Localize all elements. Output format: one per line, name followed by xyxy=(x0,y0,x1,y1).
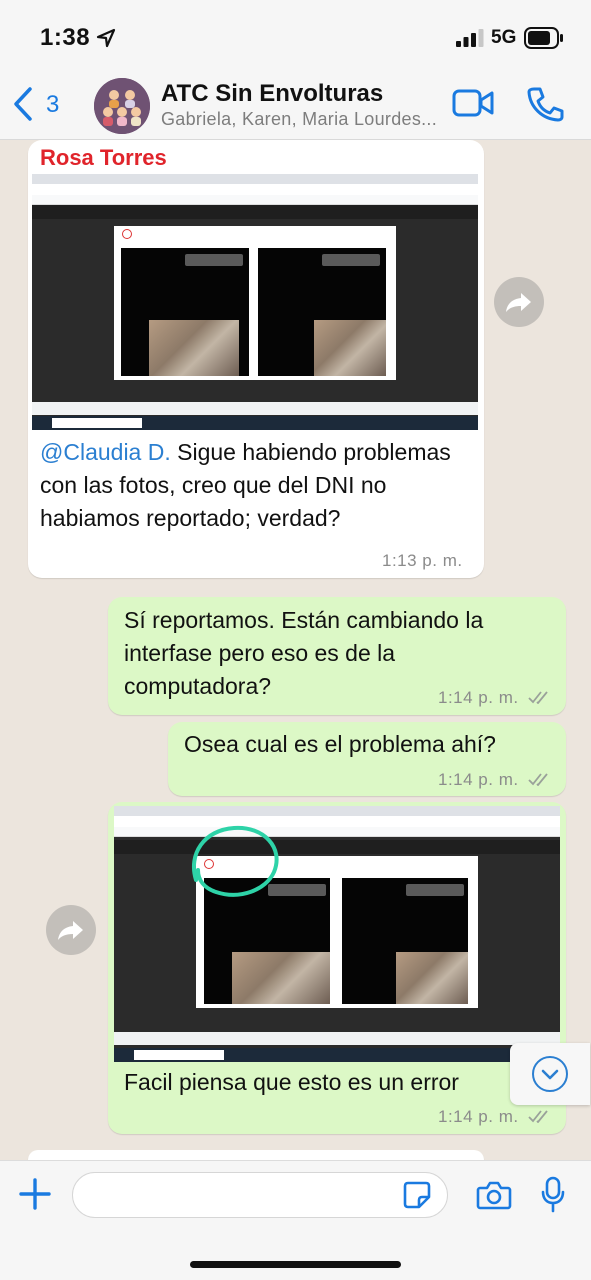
upload-button xyxy=(185,254,243,266)
video-call-icon[interactable] xyxy=(452,88,494,118)
forward-icon xyxy=(58,921,83,940)
message-time: 1:14 p. m. xyxy=(438,688,519,707)
browser-address-bar xyxy=(114,816,560,827)
status-time: 1:38 xyxy=(40,24,91,51)
windows-taskbar xyxy=(114,1048,560,1062)
signal-icon xyxy=(456,29,484,47)
home-indicator xyxy=(190,1261,401,1268)
viewer-sidebar xyxy=(114,854,194,1034)
browser-tabs xyxy=(114,806,560,816)
plus-icon[interactable] xyxy=(18,1177,52,1211)
group-members[interactable]: Gabriela, Karen, Maria Lourdes... xyxy=(161,109,446,130)
taskbar-search xyxy=(134,1050,224,1060)
upload-button xyxy=(406,884,464,896)
dni-photo xyxy=(314,320,386,376)
message-image[interactable] xyxy=(32,174,478,430)
double-check-icon xyxy=(528,773,548,786)
photo-panel-back xyxy=(258,248,386,376)
dni-photo xyxy=(149,320,239,376)
taskbar-search xyxy=(52,418,142,428)
message-time: 1:14 p. m. xyxy=(438,770,519,789)
forward-icon xyxy=(506,293,531,312)
phone-icon[interactable] xyxy=(526,86,564,122)
viewer-sidebar xyxy=(32,219,112,399)
upload-button xyxy=(322,254,380,266)
forward-button[interactable] xyxy=(46,905,96,955)
windows-taskbar xyxy=(32,416,478,430)
group-avatar[interactable] xyxy=(94,78,150,134)
sticker-icon[interactable] xyxy=(402,1180,432,1210)
browser-address-bar xyxy=(32,184,478,195)
browser-tabs xyxy=(32,174,478,184)
browser-bookmarks xyxy=(114,827,560,837)
double-check-icon xyxy=(528,1110,548,1123)
battery-icon xyxy=(524,27,563,49)
message-text[interactable]: Osea cual es el problema ahí? xyxy=(184,728,554,761)
back-chevron-icon[interactable] xyxy=(10,86,36,122)
dni-photo xyxy=(396,952,468,1004)
downloads-bar xyxy=(114,1032,560,1045)
photo-panel-back xyxy=(342,878,468,1004)
sender-name[interactable]: Rosa Torres xyxy=(40,145,167,171)
message-text[interactable]: Facil piensa que esto es un error xyxy=(124,1066,544,1099)
message-time: 1:14 p. m. xyxy=(438,1107,519,1126)
group-title[interactable]: ATC Sin Envolturas xyxy=(161,80,383,108)
microphone-icon[interactable] xyxy=(540,1176,566,1214)
group-avatar-image xyxy=(94,78,150,134)
message-time: 1:13 p. m. xyxy=(382,551,463,570)
browser-bookmarks xyxy=(32,195,478,205)
back-unread-count[interactable]: 3 xyxy=(46,91,59,119)
viewer-toolbar xyxy=(114,840,560,854)
chevron-down-icon[interactable] xyxy=(532,1056,568,1092)
double-check-icon xyxy=(528,691,548,704)
photo-panel-front xyxy=(121,248,249,376)
dni-photo xyxy=(232,952,330,1004)
upload-dialog xyxy=(114,226,396,380)
viewer-toolbar xyxy=(32,205,478,219)
message-input[interactable] xyxy=(72,1172,448,1218)
forward-button[interactable] xyxy=(494,277,544,327)
mention[interactable]: @Claudia D. xyxy=(40,439,171,465)
camera-icon[interactable] xyxy=(476,1180,512,1210)
annotation-circle xyxy=(192,825,279,897)
location-arrow-icon xyxy=(96,28,116,48)
message-image[interactable] xyxy=(114,806,560,1062)
warning-icon xyxy=(122,229,132,239)
message-text[interactable]: @Claudia D. Sigue habiendo problemas con… xyxy=(40,436,460,535)
network-type: 5G xyxy=(491,27,517,48)
downloads-bar xyxy=(32,402,478,415)
